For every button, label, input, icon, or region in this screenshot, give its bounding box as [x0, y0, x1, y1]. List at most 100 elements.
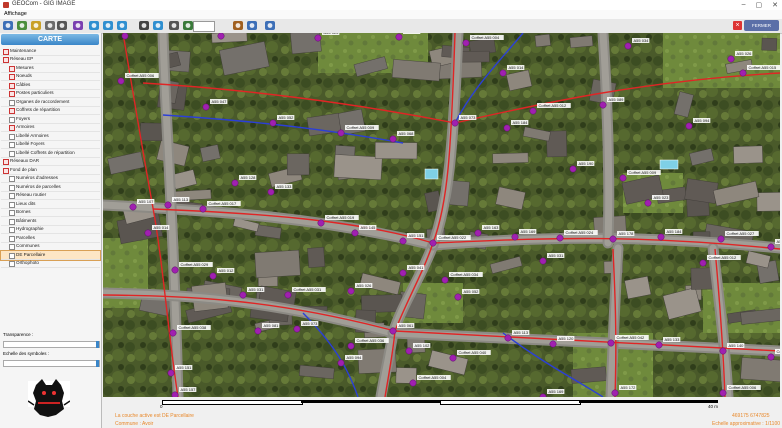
close-window-icon[interactable]: ✕: [772, 1, 778, 9]
foyer-icon[interactable]: [389, 135, 397, 143]
exit-icon[interactable]: ×: [733, 21, 742, 30]
foyer-icon[interactable]: [441, 276, 449, 284]
refresh-icon[interactable]: [30, 20, 42, 31]
foyer-icon[interactable]: [685, 122, 693, 130]
layer-item[interactable]: Coffrets de répartition: [1, 107, 100, 115]
expand-toggle-icon[interactable]: [9, 108, 15, 114]
foyer-icon[interactable]: [474, 229, 482, 237]
foyer-icon[interactable]: [409, 379, 417, 387]
layer-item[interactable]: Réseau routier: [1, 192, 100, 200]
foyer-icon[interactable]: [171, 266, 179, 274]
foyer-icon[interactable]: [719, 347, 727, 355]
foyer-icon[interactable]: [767, 353, 775, 361]
foyer-icon[interactable]: [337, 359, 345, 367]
export-icon[interactable]: [232, 20, 244, 31]
close-button[interactable]: FERMER: [744, 20, 779, 31]
foyer-icon[interactable]: [599, 101, 607, 109]
layer-item[interactable]: Numéros d'adresses: [1, 175, 100, 183]
expand-toggle-icon[interactable]: [3, 48, 9, 55]
layer-checkbox[interactable]: [9, 201, 15, 208]
map-icon[interactable]: [56, 20, 68, 31]
layer-item[interactable]: DE Parcellaire: [0, 250, 101, 261]
foyer-icon[interactable]: [117, 77, 125, 85]
foyer-icon[interactable]: [164, 201, 172, 209]
foyer-icon[interactable]: [454, 293, 462, 301]
foyer-icon[interactable]: [504, 334, 512, 342]
layer-item[interactable]: Bornes: [1, 209, 100, 217]
layer-item[interactable]: Fond de plan: [1, 166, 100, 175]
layer-item[interactable]: Réseaux DAR: [1, 158, 100, 166]
foyer-icon[interactable]: [699, 259, 707, 267]
foyer-icon[interactable]: [389, 327, 397, 335]
layer-checkbox[interactable]: [9, 116, 15, 123]
foyer-icon[interactable]: [314, 34, 322, 42]
layer-item[interactable]: Hydrographie: [1, 226, 100, 234]
foyer-icon[interactable]: [121, 33, 129, 40]
foyer-icon[interactable]: [144, 229, 152, 237]
foyer-icon[interactable]: [202, 103, 210, 111]
search-icon[interactable]: [246, 20, 258, 31]
layer-item[interactable]: Câbles: [1, 81, 100, 90]
foyer-icon[interactable]: [609, 235, 617, 243]
foyer-icon[interactable]: [539, 257, 547, 265]
foyer-icon[interactable]: [337, 129, 345, 137]
layer-checkbox[interactable]: [9, 184, 15, 191]
maximize-icon[interactable]: ▢: [756, 1, 763, 9]
foyer-icon[interactable]: [511, 233, 519, 241]
layer-item[interactable]: Libellé Foyers: [1, 141, 100, 149]
foyer-icon[interactable]: [209, 272, 217, 280]
foyer-icon[interactable]: [644, 199, 652, 207]
layer-checkbox[interactable]: [9, 252, 15, 259]
foyer-icon[interactable]: [317, 219, 325, 227]
measure-icon[interactable]: [138, 20, 150, 31]
map-canvas[interactable]: A55 011 Coffret A55 001 A55 023 A55 012 Coff…: [103, 33, 780, 397]
layer-checkbox[interactable]: [9, 142, 15, 148]
layer-checkbox[interactable]: [9, 218, 15, 225]
layer-checkbox[interactable]: [9, 227, 15, 233]
foyer-icon[interactable]: [429, 239, 437, 247]
layer-item[interactable]: Bâtiments: [1, 217, 100, 226]
foyer-icon[interactable]: [611, 389, 619, 397]
zoom-in-icon[interactable]: [88, 20, 100, 31]
map-view[interactable]: A55 011 Coffret A55 001 A55 023 A55 012 Coff…: [103, 33, 780, 397]
pointer-icon[interactable]: [168, 20, 180, 31]
foyer-icon[interactable]: [293, 325, 301, 333]
menu-affichage[interactable]: Affichage: [4, 11, 27, 17]
expand-toggle-icon[interactable]: [3, 159, 9, 165]
pan-icon[interactable]: [116, 20, 128, 31]
layer-checkbox[interactable]: [9, 261, 15, 267]
foyer-icon[interactable]: [655, 341, 663, 349]
layer-item[interactable]: Parcelles: [1, 234, 100, 243]
foyer-icon[interactable]: [217, 33, 225, 40]
back-icon[interactable]: [16, 20, 28, 31]
layer-item[interactable]: Libellé Coffrets de répartition: [1, 149, 100, 158]
zoom-out-icon[interactable]: [102, 20, 114, 31]
layer-checkbox[interactable]: [9, 99, 15, 106]
foyer-icon[interactable]: [549, 340, 557, 348]
minimize-icon[interactable]: –: [742, 1, 746, 9]
foyer-icon[interactable]: [347, 342, 355, 350]
layer-checkbox[interactable]: [9, 193, 15, 199]
foyer-icon[interactable]: [727, 55, 735, 63]
layer-item[interactable]: Communes: [1, 243, 100, 251]
foyer-icon[interactable]: [395, 33, 403, 41]
layer-checkbox[interactable]: [9, 244, 15, 250]
layer-checkbox[interactable]: [9, 150, 15, 157]
expand-toggle-icon[interactable]: [9, 91, 15, 97]
foyer-icon[interactable]: [399, 237, 407, 245]
expand-toggle-icon[interactable]: [9, 65, 15, 72]
layer-item[interactable]: Orthophoto: [1, 260, 100, 268]
foyer-icon[interactable]: [169, 329, 177, 337]
foyer-icon[interactable]: [556, 234, 564, 242]
carte-tab[interactable]: CARTE: [1, 34, 99, 45]
expand-toggle-icon[interactable]: [9, 74, 15, 80]
expand-toggle-icon[interactable]: [9, 125, 15, 131]
transparence-slider[interactable]: [3, 341, 100, 348]
foyer-icon[interactable]: [284, 291, 292, 299]
foyer-icon[interactable]: [449, 354, 457, 362]
symbols-scale-slider[interactable]: [3, 360, 100, 367]
layer-item[interactable]: Mesures: [1, 64, 100, 73]
foyer-icon[interactable]: [719, 389, 727, 397]
foyer-icon[interactable]: [171, 391, 179, 397]
foyer-icon[interactable]: [529, 107, 537, 115]
